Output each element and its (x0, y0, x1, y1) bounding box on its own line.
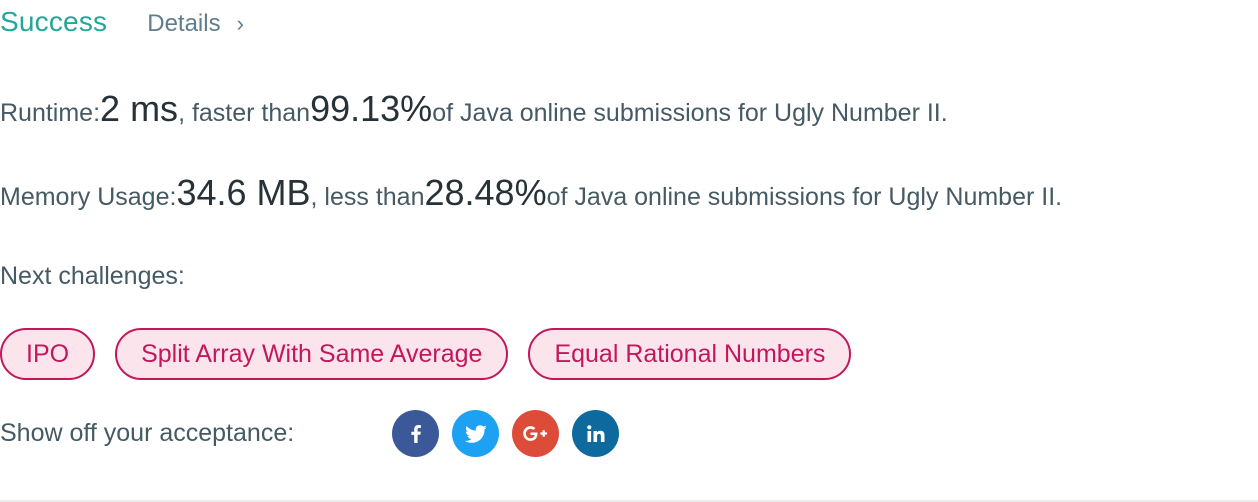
challenge-chip-split-array[interactable]: Split Array With Same Average (115, 328, 509, 380)
google-plus-share-button[interactable] (512, 410, 559, 457)
facebook-share-button[interactable] (392, 410, 439, 457)
twitter-share-button[interactable] (452, 410, 499, 457)
runtime-label: Runtime: (0, 99, 101, 127)
challenge-chip-equal-rational[interactable]: Equal Rational Numbers (528, 328, 852, 380)
google-plus-icon (522, 425, 547, 441)
runtime-percent: 99.13% (310, 88, 433, 129)
linkedin-share-button[interactable] (572, 410, 619, 457)
memory-suffix: of Java online submissions for Ugly Numb… (546, 183, 1063, 211)
challenge-chip-ipo[interactable]: IPO (0, 328, 96, 380)
details-label: Details (147, 10, 221, 37)
runtime-comparison: , faster than (178, 99, 311, 127)
chevron-right-icon: › (236, 11, 244, 36)
result-header: Success Details › (0, 6, 244, 38)
challenge-list: IPO Split Array With Same Average Equal … (0, 328, 852, 380)
facebook-icon (410, 424, 421, 443)
memory-stat: Memory Usage: 34.6 MB , less than 28.48%… (0, 172, 1062, 214)
details-link[interactable]: Details › (147, 10, 244, 38)
memory-value: 34.6 MB (176, 172, 311, 213)
next-challenges-label: Next challenges: (0, 262, 185, 290)
share-label: Show off your acceptance: (0, 419, 295, 447)
memory-label: Memory Usage: (0, 183, 177, 211)
memory-percent: 28.48% (424, 172, 547, 213)
linkedin-icon (586, 424, 604, 442)
runtime-suffix: of Java online submissions for Ugly Numb… (432, 99, 948, 127)
runtime-stat: Runtime: 2 ms , faster than 99.13% of Ja… (0, 88, 948, 130)
twitter-icon (464, 424, 487, 443)
memory-comparison: , less than (310, 183, 425, 211)
status-text: Success (0, 6, 108, 37)
social-buttons (392, 410, 619, 457)
runtime-value: 2 ms (100, 88, 179, 129)
share-row: Show off your acceptance: (0, 410, 619, 457)
